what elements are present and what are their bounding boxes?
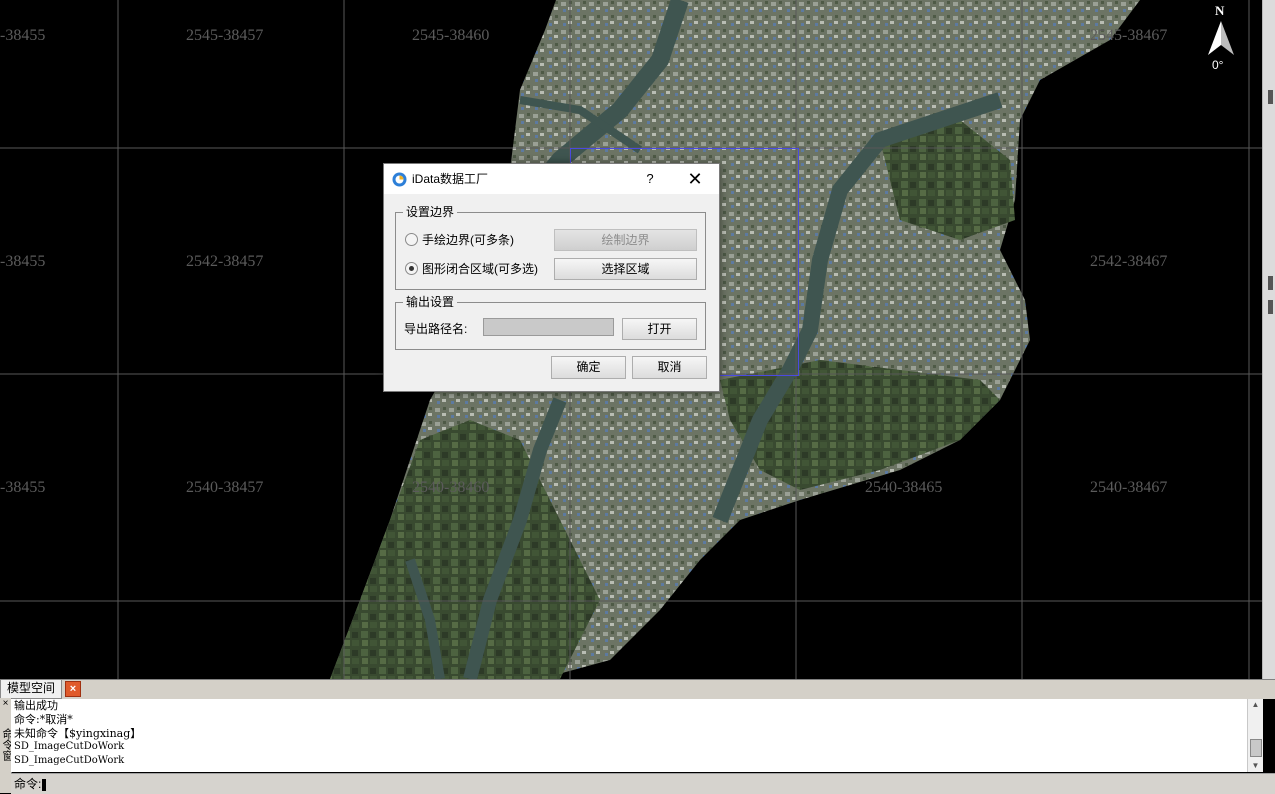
output-group: 输出设置 导出路径名: 打开 (395, 294, 706, 350)
map-sheet-label: -38455 (0, 253, 46, 270)
export-path-input[interactable] (483, 318, 614, 336)
map-sheet-label: 2545-38457 (186, 27, 264, 44)
rotation-readout: 0° (1212, 58, 1224, 72)
scroll-marker (1268, 276, 1273, 290)
map-sheet-label: 2540-38465 (865, 479, 943, 496)
map-sheet-label: 2545-38460 (412, 27, 490, 44)
text-caret (42, 778, 47, 791)
history-line: 输出成功 (14, 699, 58, 712)
map-sheet-label: 2545-38467 (1090, 27, 1168, 44)
open-button[interactable]: 打开 (622, 318, 697, 340)
map-sheet-label: 2540-38457 (186, 479, 264, 496)
map-sheet-label: 2542-38467 (1090, 253, 1168, 270)
north-arrow-icon (1208, 21, 1234, 55)
right-scrollbar[interactable] (1262, 0, 1275, 679)
boundary-group: 设置边界 手绘边界(可多条) 图形闭合区域(可多选) 绘制边界 选择区域 (395, 204, 706, 290)
cancel-button[interactable]: 取消 (632, 356, 707, 379)
scroll-marker (1268, 90, 1273, 104)
scroll-down-icon[interactable]: ▼ (1248, 760, 1263, 772)
map-sheet-label: 2542-38457 (186, 253, 264, 270)
command-history: 输出成功 命令:*取消* 未知命令【$yingxinag】 SD_ImageCu… (11, 699, 1247, 772)
ok-button[interactable]: 确定 (551, 356, 626, 379)
close-tab-icon[interactable]: × (65, 681, 81, 697)
radio-closed-region-label: 图形闭合区域(可多选) (422, 262, 538, 276)
layout-tab-bar: 模型空间 × (0, 679, 1275, 699)
map-sheet-label: -38455 (0, 479, 46, 496)
history-line: SD_ImageCutDoWork (14, 755, 125, 767)
close-button[interactable]: ✕ (682, 168, 708, 190)
select-region-button[interactable]: 选择区域 (554, 258, 697, 280)
idata-dialog: iData数据工厂 ? ✕ 设置边界 手绘边界(可多条) 图形闭合区域(可多选)… (383, 163, 720, 392)
map-sheet-label: -38455 (0, 27, 46, 44)
scroll-thumb[interactable] (1250, 739, 1262, 757)
scroll-up-icon[interactable]: ▲ (1248, 699, 1263, 711)
dialog-title: iData数据工厂 (412, 172, 489, 186)
command-prompt: 命令: (14, 777, 42, 791)
model-space-tab[interactable]: 模型空间 (0, 680, 63, 699)
export-path-label: 导出路径名: (404, 322, 468, 336)
scroll-marker (1268, 300, 1273, 314)
radio-freehand-label: 手绘边界(可多条) (422, 233, 514, 247)
output-group-legend: 输出设置 (403, 294, 458, 310)
boundary-group-legend: 设置边界 (403, 204, 458, 220)
north-label: N (1215, 3, 1225, 18)
app-logo-icon (392, 172, 407, 187)
map-sheet-label: 2540-38460 (412, 479, 490, 496)
map-sheet-label: 2540-38467 (1090, 479, 1168, 496)
draw-boundary-button[interactable]: 绘制边界 (554, 229, 697, 251)
radio-button-icon[interactable] (405, 233, 418, 246)
history-line: 未知命令【$yingxinag】 (14, 726, 142, 740)
history-line: SD_ImageCutDoWork (14, 741, 125, 753)
history-scrollbar[interactable]: ▲ ▼ (1247, 699, 1263, 772)
history-line: 命令:*取消* (14, 712, 73, 726)
radio-button-selected-icon[interactable] (405, 262, 418, 275)
help-button[interactable]: ? (638, 169, 662, 189)
north-arrow: N 0° (1203, 3, 1239, 73)
dialog-titlebar[interactable]: iData数据工厂 ? ✕ (384, 164, 719, 194)
collapse-icon[interactable]: × (0, 698, 11, 710)
command-input[interactable]: 命令: (11, 773, 1275, 794)
